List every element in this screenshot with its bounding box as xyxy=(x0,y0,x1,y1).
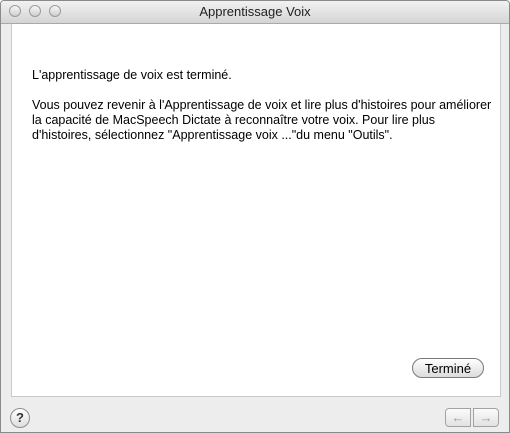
arrow-right-icon: → xyxy=(479,410,493,425)
arrow-left-icon: ← xyxy=(451,410,465,425)
window-title: Apprentissage Voix xyxy=(199,4,311,19)
title-bar[interactable]: Apprentissage Voix xyxy=(1,1,509,24)
forward-button[interactable]: → xyxy=(473,408,499,427)
back-button[interactable]: ← xyxy=(445,408,471,427)
instructions-text: Vous pouvez revenir à l'Apprentissage de… xyxy=(32,98,492,142)
footer-bar: ? ← → xyxy=(1,399,509,432)
done-button[interactable]: Terminé xyxy=(412,358,484,378)
voice-training-window: Apprentissage Voix L'apprentissage de vo… xyxy=(0,0,510,433)
content-panel: L'apprentissage de voix est terminé. Vou… xyxy=(11,24,501,397)
completion-message: L'apprentissage de voix est terminé. xyxy=(32,68,232,82)
help-button[interactable]: ? xyxy=(10,408,30,428)
